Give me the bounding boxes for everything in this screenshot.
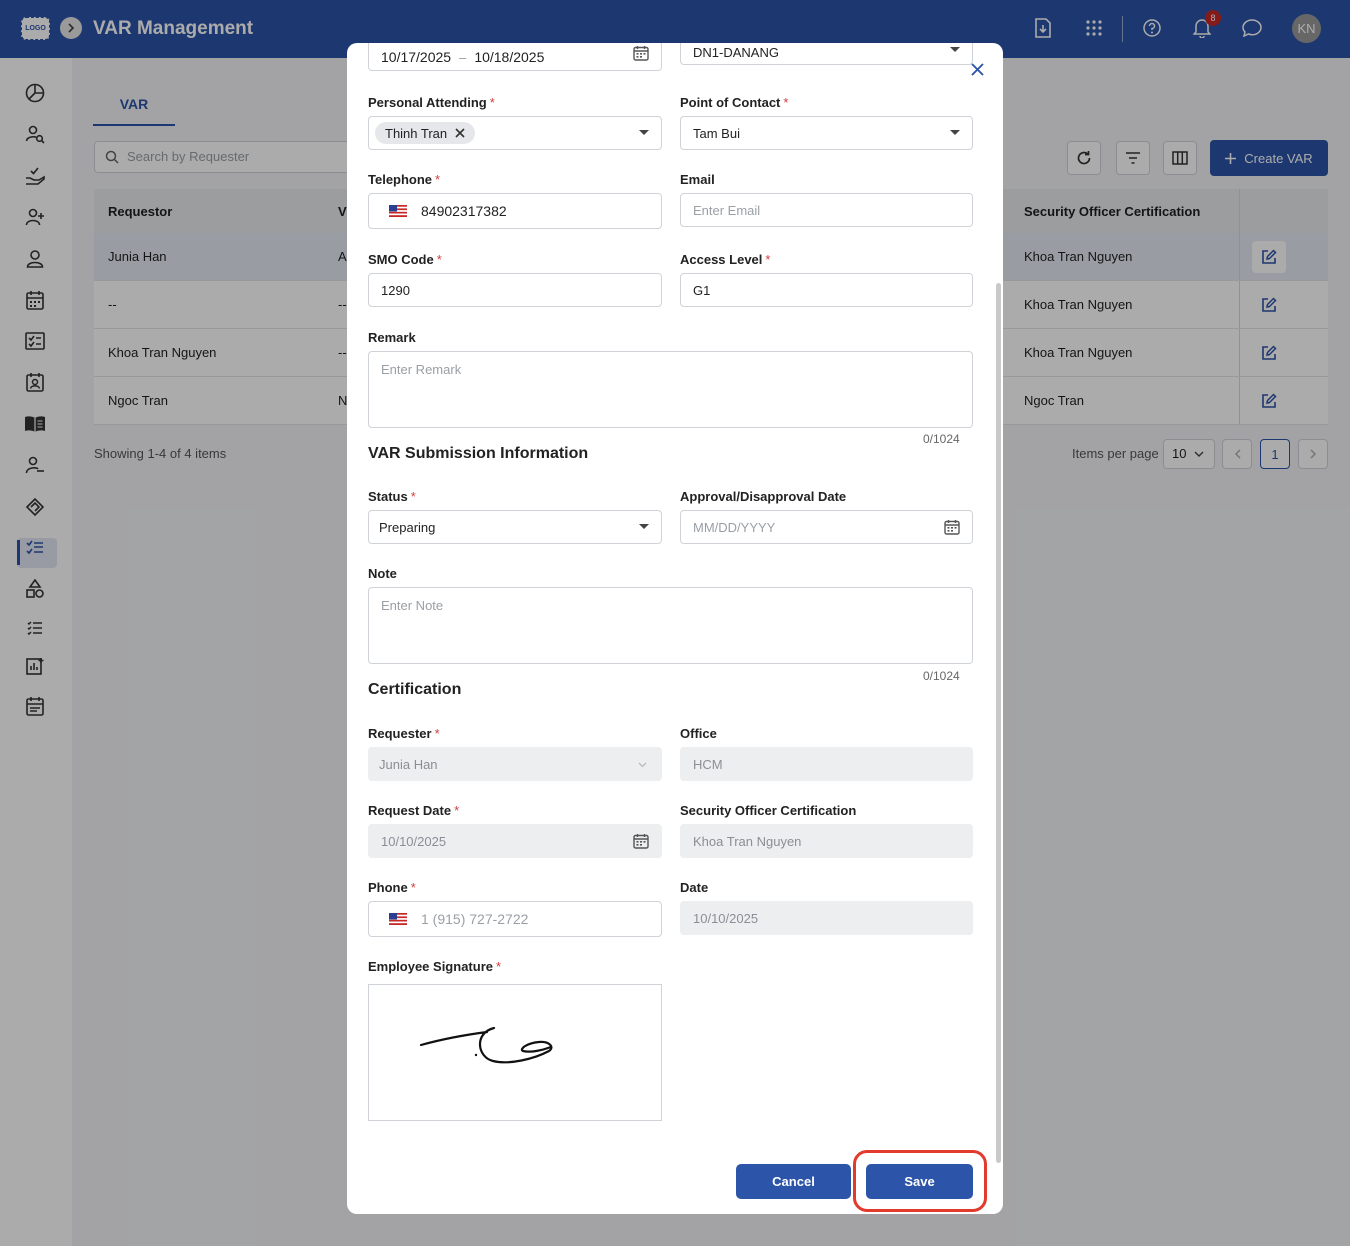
phone-input: 1 (915) 727-2722 <box>368 901 662 937</box>
remark-label: Remark <box>368 330 416 345</box>
office-label: Office <box>680 726 717 741</box>
phone-value: 1 (915) 727-2722 <box>421 911 529 927</box>
status-value: Preparing <box>379 519 436 535</box>
chip-label: Thinh Tran <box>385 125 448 141</box>
signature-label-text: Employee Signature <box>368 959 493 974</box>
caret-down-icon <box>950 47 960 52</box>
date-input: 10/10/2025 <box>680 901 973 935</box>
remove-chip-icon[interactable] <box>455 128 465 138</box>
email-input[interactable]: Enter Email <box>680 193 973 227</box>
smo-code-label: SMO Code * <box>368 252 442 267</box>
telephone-value: 84902317382 <box>421 203 507 219</box>
requester-select: Junia Han <box>368 747 662 781</box>
close-modal-button[interactable] <box>967 59 987 79</box>
date-range-separator: – <box>459 49 467 65</box>
certification-section-title: Certification <box>368 681 462 698</box>
date-label: Date <box>680 880 709 895</box>
security-officer-input: Khoa Tran Nguyen <box>680 824 973 858</box>
signature-drawing <box>419 1026 553 1064</box>
smo-code-label-text: SMO Code <box>368 252 434 267</box>
telephone-label: Telephone * <box>368 172 441 187</box>
us-flag-icon <box>389 205 407 217</box>
request-date-value: 10/10/2025 <box>381 833 447 849</box>
app-root: LOGO VAR Management 8 KN VAR Search by R… <box>0 0 1350 1246</box>
calendar-icon <box>633 834 649 849</box>
request-date-label: Request Date * <box>368 803 460 818</box>
remark-textarea[interactable]: Enter Remark <box>368 351 973 428</box>
location-select[interactable]: DN1-DANANG <box>680 43 973 65</box>
requester-label-text: Requester <box>368 726 432 741</box>
personal-attending-label-text: Personal Attending <box>368 95 487 110</box>
security-officer-label: Security Officer Certification <box>680 803 857 818</box>
close-icon <box>970 62 984 76</box>
calendar-icon[interactable] <box>944 519 960 535</box>
point-of-contact-label-text: Point of Contact <box>680 95 781 110</box>
telephone-label-text: Telephone <box>368 172 433 187</box>
point-of-contact-select[interactable]: Tam Bui <box>680 116 973 150</box>
note-placeholder: Enter Note <box>381 598 444 613</box>
selected-person-chip: Thinh Tran <box>375 122 476 144</box>
approval-date-placeholder: MM/DD/YYYY <box>693 519 776 535</box>
signature-pad[interactable] <box>368 984 662 1121</box>
access-level-value: G1 <box>693 282 711 298</box>
office-value: HCM <box>693 756 723 772</box>
access-level-label: Access Level * <box>680 252 771 267</box>
security-officer-value: Khoa Tran Nguyen <box>693 833 802 849</box>
approval-date-label: Approval/Disapproval Date <box>680 489 847 504</box>
note-char-counter: 0/1024 <box>923 669 960 683</box>
phone-label-text: Phone <box>368 880 408 895</box>
location-value: DN1-DANANG <box>693 44 779 60</box>
point-of-contact-label: Point of Contact * <box>680 95 789 110</box>
calendar-icon <box>633 46 649 61</box>
approval-date-input[interactable]: MM/DD/YYYY <box>680 510 973 544</box>
requester-label: Requester * <box>368 726 440 741</box>
note-label: Note <box>368 566 397 581</box>
personal-attending-label: Personal Attending * <box>368 95 495 110</box>
remark-char-counter: 0/1024 <box>923 432 960 446</box>
request-date-label-text: Request Date <box>368 803 452 818</box>
caret-down-icon <box>950 130 960 135</box>
telephone-input[interactable]: 84902317382 <box>368 193 662 229</box>
modal-scrollbar-thumb[interactable] <box>996 283 1001 1163</box>
point-of-contact-value: Tam Bui <box>693 125 740 141</box>
date-range-end: 10/18/2025 <box>474 49 545 65</box>
status-label: Status * <box>368 489 416 504</box>
remark-placeholder: Enter Remark <box>381 362 462 377</box>
phone-label: Phone * <box>368 880 416 895</box>
date-range-start: 10/17/2025 <box>381 49 452 65</box>
requester-value: Junia Han <box>379 756 438 772</box>
save-button-highlight <box>853 1150 987 1212</box>
date-value: 10/10/2025 <box>693 910 759 926</box>
caret-down-icon <box>639 524 649 529</box>
smo-code-value: 1290 <box>381 282 410 298</box>
edit-var-modal: 10/17/2025 – 10/18/2025 DN1-DANANG Perso… <box>347 43 1003 1214</box>
smo-code-input[interactable]: 1290 <box>368 273 662 307</box>
status-select[interactable]: Preparing <box>368 510 662 544</box>
personal-attending-select[interactable]: Thinh Tran <box>368 116 662 150</box>
note-textarea[interactable]: Enter Note <box>368 587 973 664</box>
email-label: Email <box>680 172 715 187</box>
access-level-input[interactable]: G1 <box>680 273 973 307</box>
submission-section-title: VAR Submission Information <box>368 445 589 462</box>
access-level-label-text: Access Level <box>680 252 763 267</box>
chevron-down-icon <box>638 762 647 768</box>
us-flag-icon <box>389 913 407 925</box>
cancel-button[interactable]: Cancel <box>736 1164 851 1199</box>
visit-date-range-input[interactable]: 10/17/2025 – 10/18/2025 <box>368 43 662 71</box>
signature-label: Employee Signature * <box>368 959 502 974</box>
request-date-input: 10/10/2025 <box>368 824 662 858</box>
caret-down-icon <box>639 130 649 135</box>
email-placeholder: Enter Email <box>693 202 761 218</box>
status-label-text: Status <box>368 489 408 504</box>
office-input: HCM <box>680 747 973 781</box>
